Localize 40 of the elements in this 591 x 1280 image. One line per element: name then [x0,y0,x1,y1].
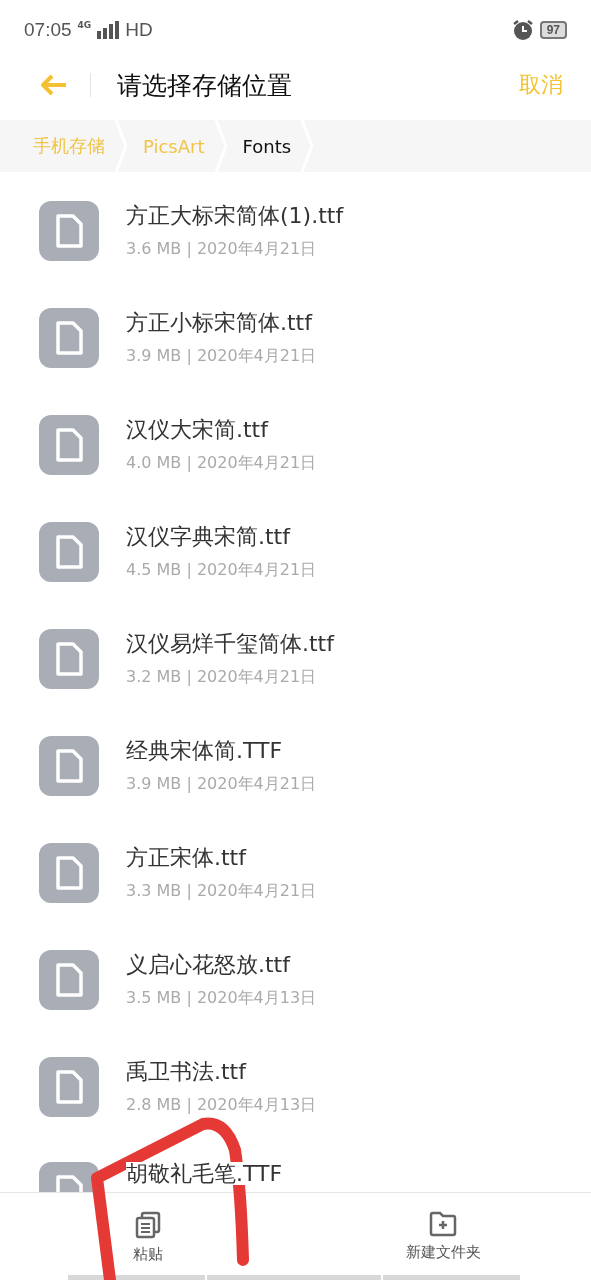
file-icon [39,735,99,796]
file-name[interactable]: 方正大标宋简体(1).ttf [126,201,344,231]
file-details: 3.2 MB | 2020年4月21日 [126,667,318,688]
file-name[interactable]: 胡敬礼毛笔.TTF [126,1162,283,1186]
file-icon [39,521,99,582]
file-details: 3.9 MB | 2020年4月21日 [126,346,317,367]
battery-level: 97 [539,21,567,39]
toolbar-button[interactable]: 新建文件夹 [295,1193,591,1280]
file-name[interactable]: 义启心花怒放.ttf [126,950,317,980]
signal-icon [97,21,120,39]
status-time: 07:05 [24,19,72,41]
hd-label: HD [125,19,153,41]
page-title: 请选择存储位置 [117,69,293,102]
file-icon [39,1056,99,1117]
file-name[interactable]: 方正小标宋简体.ttf [126,308,317,338]
file-details: 3.5 MB | 2020年4月13日 [126,988,317,1009]
file-icon [39,414,99,475]
folder-plus-icon [429,1211,458,1237]
file-name[interactable]: 汉仪字典宋简.ttf [126,522,317,552]
file-icon [39,307,99,368]
file-name[interactable]: 禹卫书法.ttf [126,1057,317,1087]
alarm-icon [511,19,534,41]
file-details: 3.9 MB | 2020年4月21日 [126,774,317,795]
file-icon [39,200,99,261]
file-name[interactable]: 方正宋体.ttf [126,843,317,873]
breadcrumb-item[interactable]: Fonts [242,135,292,157]
file-details: 3.3 MB | 2020年4月21日 [126,881,317,902]
paste-icon [133,1211,162,1239]
file-icon [39,842,99,903]
file-name[interactable]: 经典宋体简.TTF [126,736,317,766]
file-icon [39,628,99,689]
file-icon [39,949,99,1010]
back-arrow-icon[interactable] [40,74,68,96]
file-name[interactable]: 汉仪大宋简.ttf [126,415,317,445]
file-details: 4.0 MB | 2020年4月21日 [126,453,317,474]
file-details: 4.5 MB | 2020年4月21日 [126,560,317,581]
file-details: 2.8 MB | 2020年4月13日 [126,1095,317,1116]
file-details: 3.6 MB | 2020年4月21日 [126,239,318,260]
network-type: 4G [77,20,92,30]
file-name[interactable]: 汉仪易烊千玺简体.ttf [126,629,334,659]
